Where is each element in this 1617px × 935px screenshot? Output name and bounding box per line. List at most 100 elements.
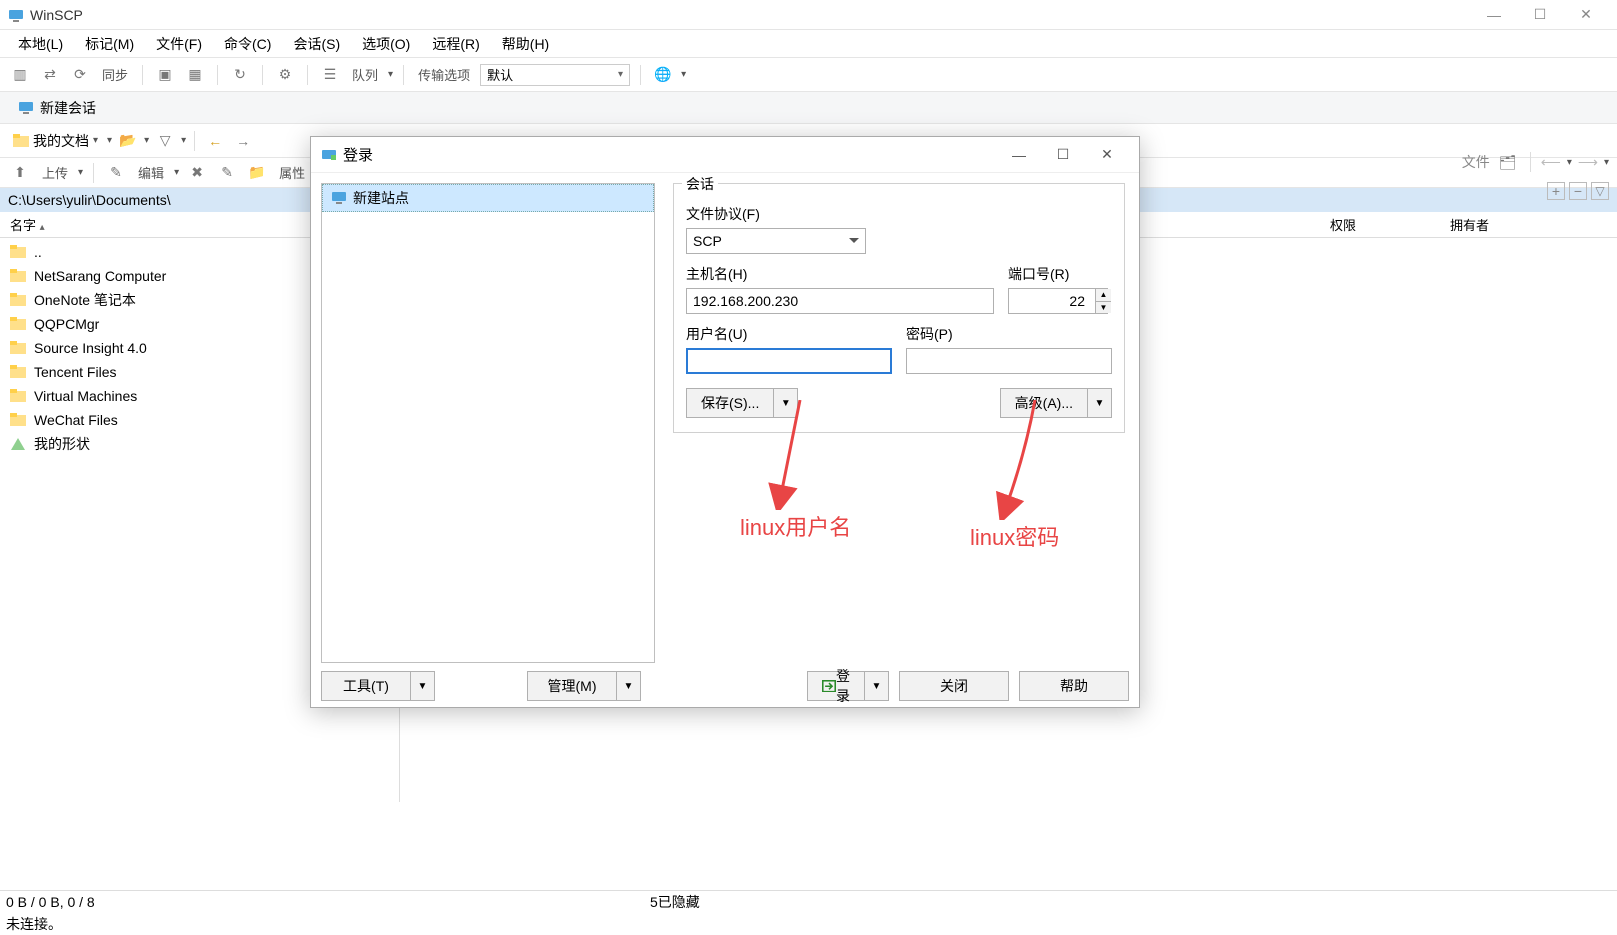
annotation-user-text: linux用户名: [740, 510, 851, 542]
port-spinner[interactable]: ▲▼: [1095, 289, 1111, 313]
menu-help[interactable]: 帮助(H): [492, 30, 559, 58]
host-label: 主机名(H): [686, 264, 994, 284]
sync-label[interactable]: 同步: [98, 65, 132, 84]
dialog-close-button[interactable]: ✕: [1085, 139, 1129, 171]
newdir-icon[interactable]: 📁: [245, 161, 269, 185]
username-input[interactable]: [686, 348, 892, 374]
back-icon[interactable]: ⟵: [1541, 154, 1561, 171]
session-tabs: 新建会话: [0, 92, 1617, 124]
dialog-titlebar: 登录 — ☐ ✕: [311, 137, 1139, 173]
protocol-select[interactable]: SCP: [686, 228, 866, 254]
menu-mark[interactable]: 标记(M): [75, 30, 144, 58]
manage-dropdown[interactable]: [617, 671, 641, 701]
transfer-options-label: 传输选项: [414, 65, 474, 84]
upload-icon[interactable]: ⬆: [8, 161, 32, 185]
status-bar: 0 B / 0 B, 0 / 8 5已隐藏 未连接。: [0, 890, 1617, 934]
password-input[interactable]: [906, 348, 1112, 374]
menu-local[interactable]: 本地(L): [8, 30, 73, 58]
folder-icon: [10, 293, 26, 307]
save-button[interactable]: 保存(S)...: [686, 388, 798, 418]
tools-dropdown[interactable]: [411, 671, 435, 701]
host-input[interactable]: [686, 288, 994, 314]
col-owner[interactable]: 拥有者: [1440, 215, 1560, 234]
forward-icon[interactable]: ⟶: [1578, 154, 1598, 171]
menu-file[interactable]: 文件(F): [146, 30, 212, 58]
col-permissions[interactable]: 权限: [1320, 215, 1440, 234]
collapse-icon[interactable]: −: [1569, 182, 1587, 200]
filter-toggle-icon[interactable]: ▽: [1591, 182, 1609, 200]
dialog-maximize-button[interactable]: ☐: [1041, 139, 1085, 171]
dialog-minimize-button[interactable]: —: [997, 139, 1041, 171]
expand-icon[interactable]: +: [1547, 182, 1565, 200]
globe-icon[interactable]: 🌐: [651, 63, 675, 87]
login-button[interactable]: 登录: [807, 671, 889, 701]
separator: [142, 65, 143, 85]
advanced-button[interactable]: 高级(A)...: [1000, 388, 1112, 418]
new-site-item[interactable]: 新建站点: [322, 184, 654, 212]
session-fieldset: 会话 文件协议(F) SCP 主机名(H) 端口号(R) ▲▼: [673, 183, 1125, 433]
shapes-icon: [10, 437, 26, 451]
compare-icon[interactable]: ⇄: [38, 63, 62, 87]
main-toolbar: ▥ ⇄ ⟳ 同步 ▣ ▦ ↻ ⚙ ☰ 队列 ▾ 传输选项 默认 🌐 ▾: [0, 58, 1617, 92]
terminal-icon[interactable]: ▣: [153, 63, 177, 87]
session-settings-panel: 会话 文件协议(F) SCP 主机名(H) 端口号(R) ▲▼: [665, 173, 1139, 663]
login-dropdown[interactable]: [865, 671, 889, 701]
port-label: 端口号(R): [1008, 264, 1112, 284]
delete-icon[interactable]: ✖: [185, 161, 209, 185]
upload-label[interactable]: 上传: [38, 163, 72, 182]
queue-icon[interactable]: ☰: [318, 63, 342, 87]
col-name[interactable]: 名字 ▴: [0, 215, 319, 234]
save-button-label: 保存(S)...: [686, 388, 774, 418]
minimize-button[interactable]: —: [1471, 0, 1517, 30]
close-dialog-button[interactable]: 关闭: [899, 671, 1009, 701]
filter-icon[interactable]: ▽: [153, 129, 177, 153]
history-dropdown[interactable]: ▾: [107, 135, 112, 146]
local-drive-label: 我的文档: [33, 131, 89, 151]
site-list-panel: 新建站点: [311, 173, 665, 663]
refresh-icon[interactable]: ↻: [228, 63, 252, 87]
separator: [307, 65, 308, 85]
sync-icon[interactable]: ⟳: [68, 63, 92, 87]
manage-button[interactable]: 管理(M): [527, 671, 641, 701]
back-icon[interactable]: ←: [203, 129, 227, 153]
separator: [640, 65, 641, 85]
port-input[interactable]: [1008, 288, 1108, 314]
local-drive-combo[interactable]: 我的文档 ▾: [8, 128, 103, 154]
edit-label[interactable]: 编辑: [134, 163, 168, 182]
queue-label[interactable]: 队列: [348, 65, 382, 84]
session-legend: 会话: [682, 174, 718, 194]
settings-icon[interactable]: ⚙: [273, 63, 297, 87]
close-button[interactable]: ✕: [1563, 0, 1609, 30]
monitor-icon: [18, 101, 34, 115]
sync-browse-icon[interactable]: ▥: [8, 63, 32, 87]
tools-button[interactable]: 工具(T): [321, 671, 435, 701]
separator: [403, 65, 404, 85]
open-folder-icon[interactable]: 📂: [116, 129, 140, 153]
folder-icon: [10, 365, 26, 379]
login-dialog: 登录 — ☐ ✕ 新建站点 会话 文件协议(F) SCP: [310, 136, 1140, 708]
queue-dropdown[interactable]: ▾: [388, 69, 393, 80]
tree-icon[interactable]: 🗂: [1496, 150, 1520, 174]
properties-label[interactable]: 属性: [275, 163, 309, 182]
status-connection: 未连接。: [6, 914, 62, 934]
dialog-title: 登录: [343, 144, 997, 165]
menu-command[interactable]: 命令(C): [214, 30, 281, 58]
stop-icon[interactable]: ▦: [183, 63, 207, 87]
advanced-dropdown[interactable]: [1088, 388, 1112, 418]
menu-options[interactable]: 选项(O): [352, 30, 420, 58]
transfer-preset-combo[interactable]: 默认: [480, 64, 630, 86]
dialog-icon: [321, 147, 337, 163]
edit-icon[interactable]: ✎: [104, 161, 128, 185]
menu-remote[interactable]: 远程(R): [422, 30, 489, 58]
help-button[interactable]: 帮助: [1019, 671, 1129, 701]
forward-icon[interactable]: →: [231, 129, 255, 153]
folder-icon: [10, 269, 26, 283]
menu-session[interactable]: 会话(S): [283, 30, 350, 58]
globe-dropdown[interactable]: ▾: [681, 69, 686, 80]
spin-up-icon: ▲: [1095, 289, 1111, 302]
save-dropdown[interactable]: [774, 388, 798, 418]
rename-icon[interactable]: ✎: [215, 161, 239, 185]
maximize-button[interactable]: ☐: [1517, 0, 1563, 30]
site-list[interactable]: 新建站点: [321, 183, 655, 663]
new-session-tab[interactable]: 新建会话: [8, 94, 106, 122]
